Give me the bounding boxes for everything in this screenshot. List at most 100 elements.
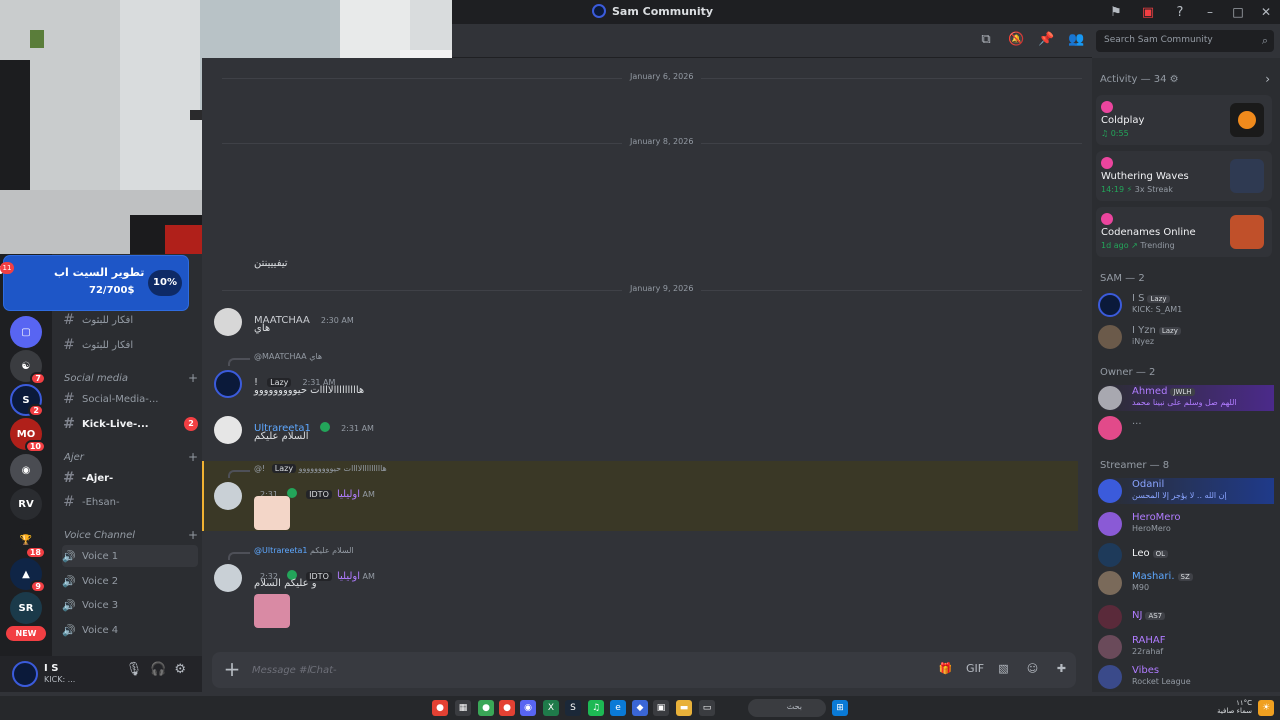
add-channel-icon[interactable]: + xyxy=(188,450,198,464)
members-icon[interactable]: 👥 xyxy=(1068,32,1084,48)
app-icon[interactable]: ▭ xyxy=(699,700,715,716)
avatar[interactable] xyxy=(214,564,242,592)
activity-card[interactable]: Coldplay ♫ 0:55 xyxy=(1096,95,1272,145)
server-boost-goal[interactable]: 11 تطوير السيت اب 72/700$ 10% xyxy=(0,256,188,310)
hash-icon: # xyxy=(63,470,75,486)
avatar[interactable] xyxy=(214,482,242,510)
search-box[interactable]: Search Sam Community ⌕ xyxy=(1096,30,1274,52)
activity-card[interactable]: Wuthering Waves 14:19 ⚡ 3x Streak xyxy=(1096,151,1272,201)
category-ajer[interactable]: Ajer + xyxy=(64,448,198,466)
edge-icon[interactable]: e xyxy=(610,700,626,716)
reply-preview[interactable]: @! Lazy هااااااااالاااات حيووووووووو xyxy=(254,464,387,473)
channel-kick-live[interactable]: # Kick-Live-... 2 xyxy=(62,413,198,435)
voice-channel-1[interactable]: 🔊 Voice 1 xyxy=(62,545,198,567)
gift-icon[interactable]: 🎁 xyxy=(937,660,954,677)
member-item[interactable]: I S Lazy KICK: S_AM1 xyxy=(1098,292,1274,318)
member-item[interactable]: Odanil إن الله .. لا يؤجر إلا المحسن xyxy=(1098,478,1274,504)
server-item[interactable]: ▲ 9 xyxy=(10,558,46,593)
server-item[interactable]: ◉ xyxy=(10,454,42,486)
gif-icon[interactable]: GIF xyxy=(966,660,984,677)
reply-preview[interactable]: @Ultrareeta1 السلام عليكم xyxy=(254,546,354,555)
add-channel-icon[interactable]: + xyxy=(188,528,198,542)
server-item[interactable]: 🏆 18 xyxy=(10,524,46,559)
taskbar-search[interactable]: بحث xyxy=(748,699,826,717)
voice-channel-2[interactable]: 🔊 Voice 2 xyxy=(62,570,198,592)
member-item[interactable]: HeroMero HeroMero xyxy=(1098,511,1274,537)
threads-icon[interactable]: ⧉ xyxy=(978,32,994,48)
server-item[interactable]: MO 10 xyxy=(10,418,46,453)
voice-channel-4[interactable]: 🔊 Voice 4 xyxy=(62,619,198,641)
guild-tag: IDTO xyxy=(306,490,332,499)
inbox-icon[interactable]: ⚑ xyxy=(1100,0,1132,24)
app-icon[interactable]: ▦ xyxy=(455,700,471,716)
member-item[interactable]: Vibes Rocket League xyxy=(1098,664,1274,690)
category-voice[interactable]: Voice Channel + xyxy=(64,526,198,544)
sticker-icon[interactable]: ▧ xyxy=(995,660,1012,677)
message-text: السلام عليكم xyxy=(254,431,309,442)
server-item[interactable]: ☯ 7 xyxy=(10,350,46,385)
member-item[interactable]: Ahmed JWLH اللهم صل وسلم على نبينا محمد xyxy=(1098,385,1274,411)
user-avatar[interactable] xyxy=(12,661,38,687)
message-author[interactable]: اوليليا xyxy=(337,571,360,582)
minimize-icon[interactable]: – xyxy=(1196,0,1224,24)
role-header: SAM — 2 xyxy=(1100,273,1145,284)
headphones-icon[interactable]: 🎧 xyxy=(150,662,166,677)
avatar[interactable] xyxy=(214,416,242,444)
member-item[interactable]: RAHAF 22rahaf xyxy=(1098,634,1274,660)
app-icon[interactable]: ◆ xyxy=(632,700,648,716)
member-item[interactable]: Mashari. SZ M90 xyxy=(1098,570,1274,596)
message-input[interactable] xyxy=(252,660,892,680)
member-item[interactable]: ... xyxy=(1098,415,1274,441)
avatar[interactable] xyxy=(214,308,242,336)
pin-icon[interactable]: 📌 xyxy=(1038,32,1054,48)
apps-icon[interactable]: ✚ xyxy=(1053,660,1070,677)
mute-icon[interactable]: 🔕 xyxy=(1008,32,1024,48)
hash-icon: # xyxy=(63,312,75,328)
server-list: ▢ ☯ 7 S2 MO 10 ◉ RV 🏆 18 ▲ 9 SR NEW xyxy=(0,254,52,692)
close-icon[interactable]: ✕ xyxy=(1252,0,1280,24)
excel-icon[interactable]: X xyxy=(543,700,559,716)
avatar xyxy=(1098,416,1122,440)
category-social[interactable]: Social media + xyxy=(64,369,198,387)
member-item[interactable]: NJ AS7 xyxy=(1098,604,1274,630)
server-home[interactable]: ▢ xyxy=(10,316,42,348)
image-attachment[interactable] xyxy=(254,594,290,628)
help-icon[interactable]: ? xyxy=(1164,0,1196,24)
image-attachment[interactable] xyxy=(254,496,290,530)
channel-ajer[interactable]: # -Ajer- xyxy=(62,467,198,489)
store-icon[interactable]: ▣ xyxy=(653,700,669,716)
start-icon[interactable]: ⊞ xyxy=(832,700,848,716)
reply-preview[interactable]: @MAATCHAA هاي xyxy=(254,352,322,361)
server-item[interactable]: SR xyxy=(10,592,42,624)
app-icon[interactable]: ● xyxy=(478,700,494,716)
activity-card[interactable]: Codenames Online 1d ago ↗ Trending xyxy=(1096,207,1272,257)
microphone-icon[interactable]: 🎙 xyxy=(126,662,143,677)
steam-icon[interactable]: S xyxy=(565,700,581,716)
avatar xyxy=(1098,635,1122,659)
message-author[interactable]: اوليليا xyxy=(337,489,360,500)
member-item[interactable]: Leo OL xyxy=(1098,542,1274,568)
voice-channel-3[interactable]: 🔊 Voice 3 xyxy=(62,594,198,616)
discord-icon[interactable]: ◉ xyxy=(520,700,536,716)
channel-social-media[interactable]: # Social-Media-... xyxy=(62,388,198,410)
channel-ehsan[interactable]: # -Ehsan- xyxy=(62,491,198,513)
add-channel-icon[interactable]: + xyxy=(188,371,198,385)
server-item[interactable]: S2 xyxy=(10,384,44,417)
activity-header[interactable]: Activity — 34 ⚙ xyxy=(1100,74,1179,85)
settings-gear-icon[interactable]: ⚙ xyxy=(174,662,186,677)
chrome-icon[interactable]: ● xyxy=(432,700,448,716)
server-item[interactable]: RV xyxy=(10,488,42,520)
screen-share-icon[interactable]: ▣ xyxy=(1132,0,1164,24)
maximize-icon[interactable]: □ xyxy=(1224,0,1252,24)
add-attachment-icon[interactable]: + xyxy=(220,658,244,682)
spotify-icon[interactable]: ♫ xyxy=(588,700,604,716)
app-icon[interactable]: ● xyxy=(499,700,515,716)
avatar xyxy=(1098,543,1122,567)
emoji-icon[interactable]: ☺ xyxy=(1024,660,1041,677)
channel-item[interactable]: # افكار للبثوث xyxy=(62,309,198,331)
chevron-right-icon[interactable]: › xyxy=(1265,72,1270,86)
channel-item[interactable]: # افكار للبثوث xyxy=(62,334,198,356)
folder-icon[interactable]: ▬ xyxy=(676,700,692,716)
member-item[interactable]: I Yzn Lazy iNyez xyxy=(1098,324,1274,350)
avatar[interactable] xyxy=(214,370,242,398)
